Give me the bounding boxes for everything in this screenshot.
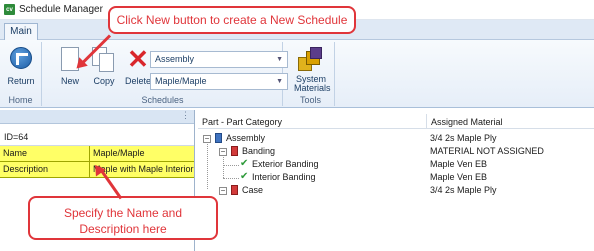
ribbon: Return Home New Copy ✕ Delete Schedules … (0, 40, 594, 108)
property-key: Name (0, 146, 90, 161)
system-materials-button[interactable]: System Materials (294, 45, 331, 93)
node-icon (215, 133, 222, 143)
tab-main[interactable]: Main (4, 23, 38, 41)
tree-row[interactable]: ✔ Interior Banding Maple Ven EB (198, 172, 594, 184)
window-title: Schedule Manager (19, 4, 103, 15)
panel-grip-icon[interactable]: ⋮ (181, 110, 190, 121)
name-description-callout: Specify the Name and Description here (28, 196, 218, 240)
tree-row[interactable]: − Assembly 3/4 2s Maple Ply (198, 133, 594, 145)
delete-icon: ✕ (127, 44, 149, 74)
tree-row[interactable]: ✔ Exterior Banding Maple Ven EB (198, 159, 594, 171)
return-icon (10, 47, 32, 69)
panel-header: ⋮ (0, 110, 194, 124)
tree-label: Interior Banding (252, 172, 316, 182)
system-materials-icon (298, 47, 324, 73)
return-label: Return (7, 76, 35, 86)
property-row-name[interactable]: Name Maple/Maple (0, 146, 194, 162)
material-cell: Maple Ven EB (430, 159, 488, 169)
material-cell: 3/4 2s Maple Ply (430, 185, 497, 195)
expander-icon[interactable]: − (219, 148, 227, 156)
material-cell: MATERIAL NOT ASSIGNED (430, 146, 544, 156)
schedule-type-combo[interactable]: Assembly ▼ (150, 51, 288, 68)
tree-row[interactable]: − Case 3/4 2s Maple Ply (198, 185, 594, 197)
callout-line-1: Specify the Name and (63, 206, 183, 220)
app-logo: cv (4, 4, 15, 15)
expander-icon[interactable]: − (203, 135, 211, 143)
system-materials-label-line2: Materials (294, 83, 331, 93)
name-field[interactable]: Maple/Maple (90, 146, 194, 161)
property-key: Description (0, 162, 90, 177)
copy-label: Copy (93, 76, 115, 86)
dropdown-arrow-icon: ▼ (276, 78, 283, 85)
column-header-part[interactable]: Part - Part Category (202, 117, 282, 127)
tree-label: Assembly (226, 133, 266, 143)
parts-tree: Part - Part Category Assigned Material −… (198, 114, 594, 251)
new-button-callout: Click New button to create a New Schedul… (108, 6, 356, 34)
material-cell: Maple Ven EB (430, 172, 488, 182)
node-icon (231, 146, 238, 156)
system-materials-label: System Materials (294, 75, 331, 93)
tree-label: Case (242, 185, 264, 195)
schedule-name-value: Maple/Maple (155, 76, 207, 86)
tree-header: Part - Part Category Assigned Material (198, 114, 594, 129)
checkmark-icon: ✔ (240, 171, 249, 182)
column-header-material[interactable]: Assigned Material (426, 114, 503, 129)
material-cell: 3/4 2s Maple Ply (430, 133, 497, 143)
schedule-name-combo[interactable]: Maple/Maple ▼ (150, 73, 288, 90)
node-icon (231, 185, 238, 195)
tree-label: Banding (242, 146, 276, 156)
schedules-group-label: Schedules (141, 95, 184, 105)
tools-group: System Materials Tools (287, 42, 335, 106)
new-label: New (60, 76, 79, 86)
tree-label: Exterior Banding (252, 159, 319, 169)
schedule-type-value: Assembly (155, 54, 195, 64)
home-group: Return Home (0, 42, 42, 106)
tools-group-label: Tools (299, 95, 321, 105)
home-group-label: Home (8, 95, 33, 105)
schedule-id: ID=64 (0, 124, 194, 146)
return-button[interactable]: Return (4, 45, 38, 89)
tree-row[interactable]: − Banding MATERIAL NOT ASSIGNED (198, 146, 594, 158)
dropdown-arrow-icon: ▼ (276, 56, 283, 63)
callout-line-2: Description here (79, 222, 167, 236)
expander-icon[interactable]: − (219, 187, 227, 195)
checkmark-icon: ✔ (240, 158, 249, 169)
